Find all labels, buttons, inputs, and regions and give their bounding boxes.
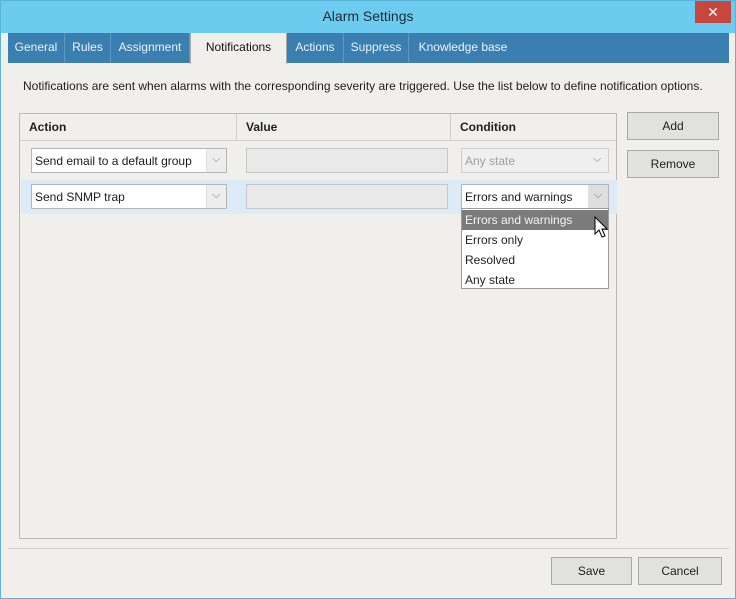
- dropdown-option-any-state[interactable]: Any state: [462, 270, 608, 290]
- tab-notifications[interactable]: Notifications: [190, 33, 287, 64]
- grid-header: Action Value Condition: [20, 114, 616, 141]
- close-icon: ✕: [707, 4, 719, 20]
- notifications-grid: Action Value Condition: [19, 113, 617, 539]
- dropdown-option-resolved[interactable]: Resolved: [462, 250, 608, 270]
- column-header-value[interactable]: Value: [237, 114, 451, 141]
- dropdown-option-errors-and-warnings[interactable]: Errors and warnings: [462, 210, 608, 230]
- tab-rules[interactable]: Rules: [65, 33, 111, 63]
- window-title: Alarm Settings: [322, 8, 414, 24]
- condition-combo-row-2[interactable]: Errors and warnings ⌵: [461, 184, 609, 209]
- dropdown-button: ⌵: [588, 149, 608, 172]
- dropdown-button[interactable]: ⌵: [588, 185, 608, 208]
- dropdown-option-errors-only[interactable]: Errors only: [462, 230, 608, 250]
- chevron-down-icon: ⌵: [593, 153, 602, 165]
- tab-knowledge-base[interactable]: Knowledge base: [409, 33, 517, 63]
- dropdown-button[interactable]: ⌵: [206, 185, 226, 208]
- chevron-down-icon: ⌵: [594, 189, 603, 201]
- tab-general[interactable]: General: [8, 33, 65, 63]
- column-header-condition[interactable]: Condition: [451, 114, 616, 141]
- chevron-down-icon: ⌵: [212, 153, 221, 165]
- value-field-row-1[interactable]: [246, 148, 448, 173]
- action-value: Send email to a default group: [35, 154, 192, 168]
- condition-dropdown-list[interactable]: Errors and warnings Errors only Resolved…: [461, 208, 609, 289]
- save-button[interactable]: Save: [551, 557, 632, 585]
- close-button[interactable]: ✕: [695, 1, 731, 23]
- tab-assignment[interactable]: Assignment: [111, 33, 190, 63]
- action-combo-row-1[interactable]: Send email to a default group ⌵: [31, 148, 227, 173]
- chevron-down-icon: ⌵: [212, 189, 221, 201]
- tab-bar: General Rules Assignment Notifications A…: [8, 33, 729, 64]
- tab-suppress[interactable]: Suppress: [344, 33, 409, 63]
- tab-actions[interactable]: Actions: [287, 33, 344, 63]
- condition-combo-row-1: Any state ⌵: [461, 148, 609, 173]
- cancel-button[interactable]: Cancel: [638, 557, 722, 585]
- dropdown-button[interactable]: ⌵: [206, 149, 226, 172]
- condition-value: Errors and warnings: [465, 190, 573, 204]
- title-bar: Alarm Settings ✕: [1, 1, 735, 33]
- condition-value: Any state: [465, 154, 516, 168]
- value-field-row-2[interactable]: [246, 184, 448, 209]
- alarm-settings-window: Alarm Settings ✕ General Rules Assignmen…: [0, 0, 736, 599]
- notifications-description: Notifications are sent when alarms with …: [23, 79, 703, 93]
- remove-button[interactable]: Remove: [627, 150, 719, 178]
- add-button[interactable]: Add: [627, 112, 719, 140]
- mouse-pointer-icon: [594, 216, 609, 238]
- action-combo-row-2[interactable]: Send SNMP trap ⌵: [31, 184, 227, 209]
- action-value: Send SNMP trap: [35, 190, 125, 204]
- column-header-action[interactable]: Action: [20, 114, 237, 141]
